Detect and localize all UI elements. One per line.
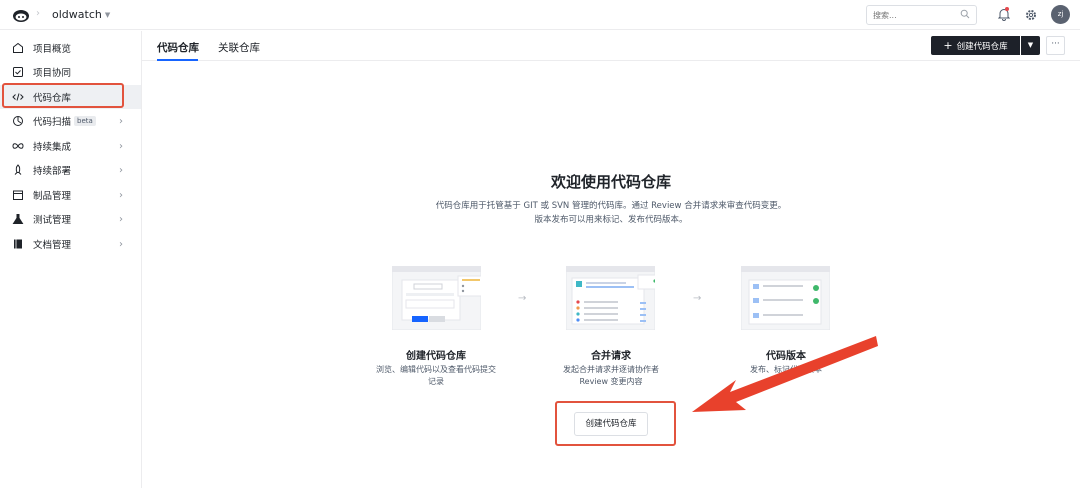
top-bar: › oldwatch ▼ zj: [0, 0, 1080, 30]
tab-active-indicator: [157, 59, 198, 61]
project-name: oldwatch: [52, 8, 102, 21]
chevron-right-icon: ›: [119, 115, 123, 127]
feature-desc-merge-request-line1: 发起合并请求并逐请协作者: [563, 365, 659, 374]
project-switcher[interactable]: oldwatch ▼: [52, 8, 110, 21]
sidebar-item-label: 持续部署: [33, 166, 72, 177]
chevron-right-icon: ›: [119, 238, 123, 250]
rocket-icon: [14, 164, 22, 175]
feature-title-merge-request: 合并请求: [591, 351, 631, 362]
sidebar-item-code-scan[interactable]: 代码扫描 beta ›: [0, 109, 141, 133]
arrow-right-icon: →: [518, 293, 527, 304]
box-icon: [13, 190, 23, 200]
logo-icon[interactable]: [12, 7, 30, 23]
chevron-right-icon: ›: [119, 189, 123, 201]
annotation-arrow: [692, 336, 878, 412]
checkbox-icon: [13, 67, 23, 77]
create-repo-label: 创建代码仓库: [956, 41, 1008, 52]
sidebar-item-artifacts[interactable]: 制品管理 ›: [0, 183, 141, 207]
sidebar-item-label: 项目协同: [33, 68, 72, 79]
sidebar-item-label: 制品管理: [33, 191, 72, 202]
sidebar-item-label: 文档管理: [33, 240, 72, 251]
tab-linked-repo[interactable]: 关联仓库: [218, 40, 260, 55]
sidebar-item-docs[interactable]: 文档管理 ›: [0, 232, 141, 256]
highlight-box-sidebar: [2, 83, 124, 108]
feature-desc-create-repo-line2: 记录: [428, 377, 444, 386]
tab-code-repo[interactable]: 代码仓库: [157, 40, 199, 55]
chevron-down-icon: ▼: [1027, 41, 1034, 49]
breadcrumb-separator: ›: [36, 8, 40, 19]
code-version-illustration: [741, 266, 830, 330]
gear-icon[interactable]: [1025, 9, 1037, 21]
welcome-description-line2: 版本发布可以用来标记、发布代码版本。: [534, 215, 688, 225]
chevron-right-icon: ›: [119, 164, 123, 176]
plus-icon: +: [943, 39, 953, 52]
feature-desc-create-repo-line1: 浏览、编辑代码以及查看代码提交: [376, 365, 496, 374]
sidebar-item-testing[interactable]: 测试管理 ›: [0, 207, 141, 231]
avatar[interactable]: zj: [1051, 5, 1070, 24]
flask-icon: [12, 214, 24, 224]
sidebar-item-label: 持续集成: [33, 142, 72, 153]
home-icon: [13, 42, 23, 53]
sidebar-item-collab[interactable]: 项目协同: [0, 60, 141, 84]
chevron-right-icon: ›: [119, 213, 123, 225]
feature-title-create-repo: 创建代码仓库: [406, 351, 466, 362]
create-dropdown-button[interactable]: ▼: [1021, 36, 1040, 55]
welcome-title: 欢迎使用代码仓库: [550, 173, 671, 191]
arrow-right-icon: →: [693, 293, 702, 304]
chevron-right-icon: ›: [119, 140, 123, 152]
sidebar-item-label: 代码扫描: [33, 117, 72, 128]
create-repo-illustration: [392, 266, 481, 330]
infinity-icon: [12, 143, 24, 149]
sidebar-item-label: 项目概览: [33, 44, 72, 55]
beta-badge: beta: [74, 116, 96, 126]
scan-icon: [13, 116, 23, 126]
more-options-button[interactable]: ···: [1046, 36, 1065, 55]
merge-request-illustration: [566, 266, 655, 330]
sidebar-item-label: 测试管理: [33, 215, 72, 226]
sidebar-item-cd[interactable]: 持续部署 ›: [0, 158, 141, 182]
create-repo-cta-button[interactable]: 创建代码仓库: [574, 412, 648, 436]
welcome-description-line1: 代码仓库用于托管基于 GIT 或 SVN 管理的代码库。通过 Review 合并…: [435, 201, 787, 211]
book-icon: [14, 239, 22, 249]
feature-desc-merge-request-line2: Review 变更内容: [579, 377, 643, 386]
sidebar-item-overview[interactable]: 项目概览: [0, 36, 141, 60]
chevron-down-icon: ▼: [104, 10, 111, 19]
search-icon[interactable]: [960, 9, 970, 19]
sidebar-item-ci[interactable]: 持续集成 ›: [0, 134, 141, 158]
create-repo-button[interactable]: + 创建代码仓库: [931, 36, 1020, 55]
notification-dot: [1005, 7, 1009, 11]
